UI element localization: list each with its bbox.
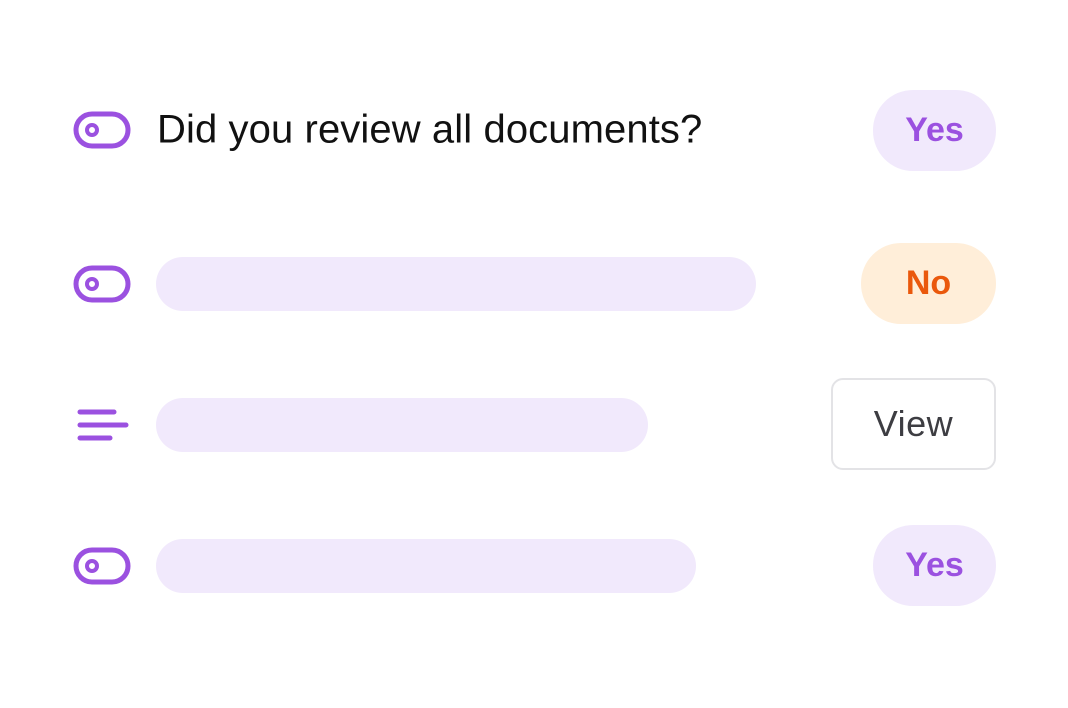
question-placeholder-bar bbox=[156, 398, 648, 452]
yes-answer-badge[interactable]: Yes bbox=[873, 525, 996, 606]
toggle-icon bbox=[72, 264, 132, 304]
checklist-row: Yes bbox=[0, 0, 1068, 606]
view-button[interactable]: View bbox=[831, 378, 996, 470]
question-placeholder-bar bbox=[156, 539, 696, 593]
toggle-icon bbox=[72, 546, 132, 586]
question-placeholder-bar bbox=[156, 257, 756, 311]
question-text: Did you review all documents? bbox=[157, 107, 703, 152]
no-answer-badge[interactable]: No bbox=[861, 243, 996, 324]
toggle-icon bbox=[72, 110, 132, 150]
yes-answer-badge[interactable]: Yes bbox=[873, 90, 996, 171]
text-lines-icon bbox=[72, 405, 132, 445]
